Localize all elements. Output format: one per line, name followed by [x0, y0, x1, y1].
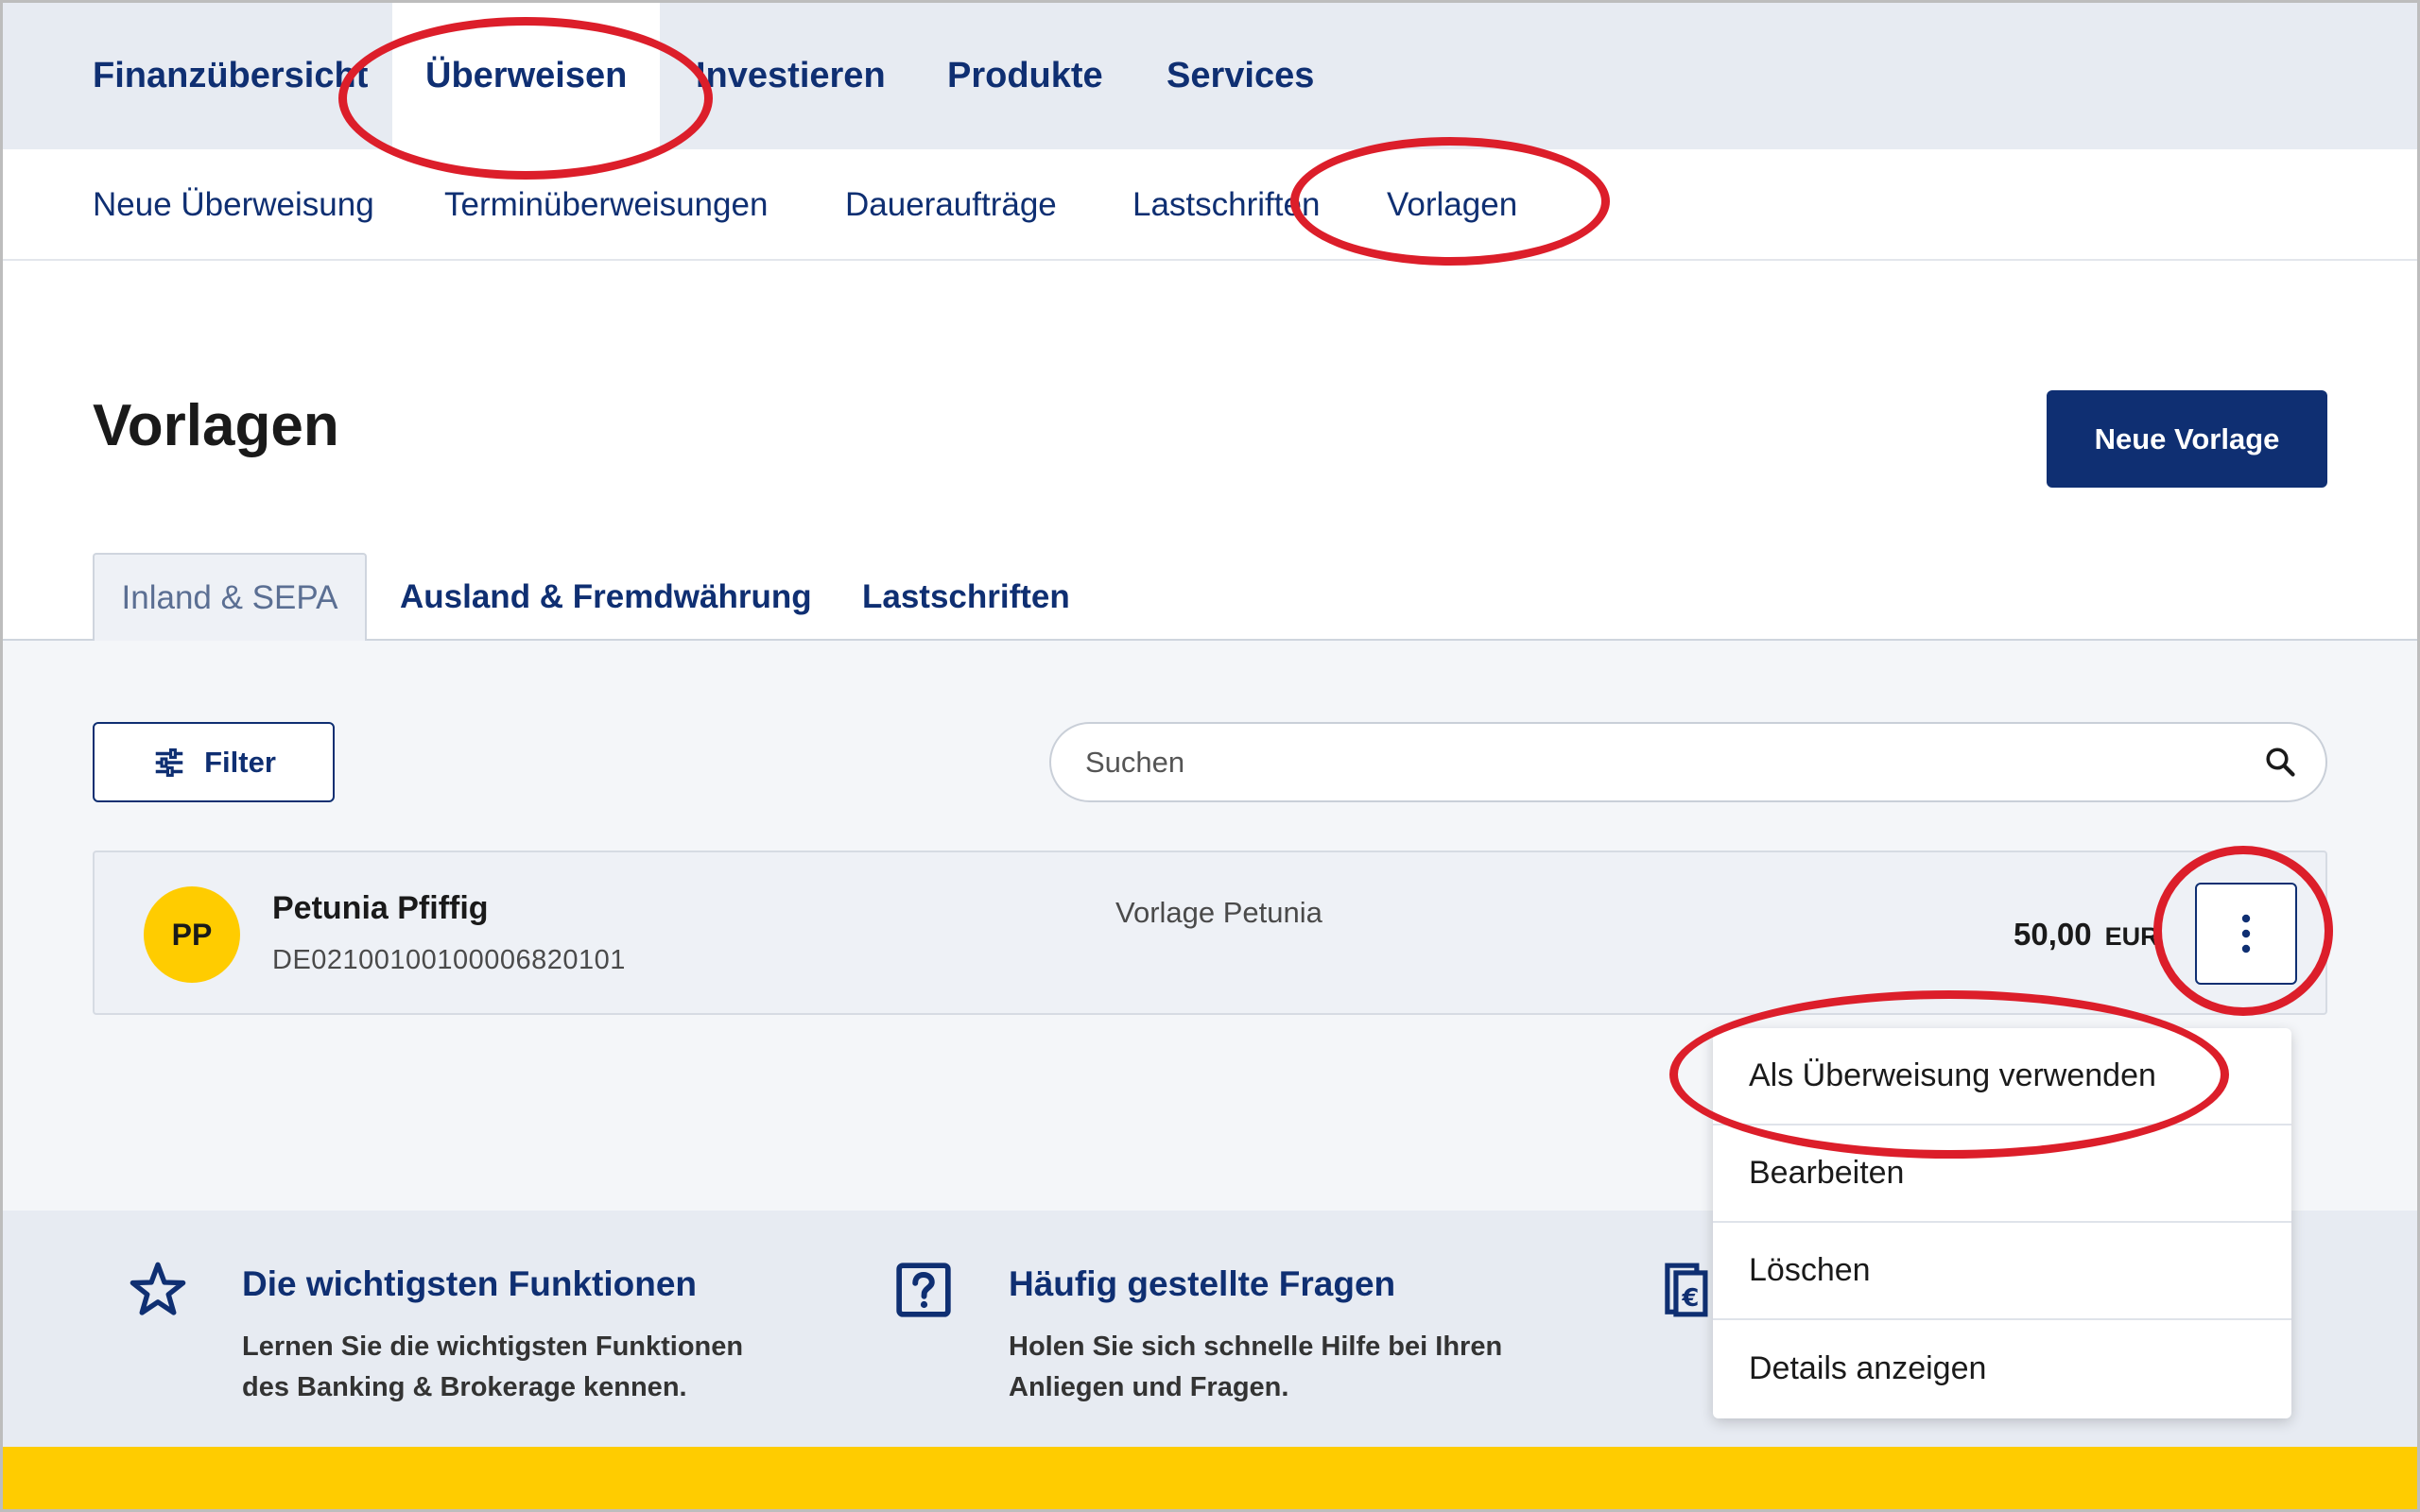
sliders-icon — [155, 747, 183, 777]
more-options-button[interactable] — [2195, 883, 2297, 985]
menu-item-details-anzeigen[interactable]: Details anzeigen — [1713, 1320, 2291, 1418]
subnav-lastschriften[interactable]: Lastschriften — [1132, 149, 1320, 261]
filter-button[interactable]: Filter — [93, 722, 335, 802]
recipient-iban: DE02100100100006820101 — [272, 945, 626, 975]
menu-item-bearbeiten[interactable]: Bearbeiten — [1713, 1125, 2291, 1223]
subnav-terminueberweisungen[interactable]: Terminüberweisungen — [444, 149, 768, 261]
faq-text-line1: Holen Sie sich schnelle Hilfe bei Ihren — [1009, 1332, 1503, 1362]
star-icon — [130, 1262, 186, 1315]
recipient-name: Petunia Pfiffig — [272, 890, 489, 926]
faq-title[interactable]: Häufig gestellte Fragen — [1009, 1264, 1395, 1304]
main-navigation: Finanzübersicht Überweisen Investieren P… — [3, 3, 2417, 149]
faq-text-line2: Anliegen und Fragen. — [1009, 1372, 1289, 1402]
tab-ausland-fremdwaehrung[interactable]: Ausland & Fremdwährung — [400, 553, 812, 641]
functions-text-line1: Lernen Sie die wichtigsten Funktionen — [242, 1332, 744, 1362]
amount-currency: EUR — [2104, 922, 2159, 951]
search-field — [1049, 722, 2327, 802]
tab-lastschriften[interactable]: Lastschriften — [862, 553, 1070, 641]
subnav-neue-ueberweisung[interactable]: Neue Überweisung — [93, 149, 374, 261]
avatar: PP — [144, 886, 240, 983]
menu-item-loeschen[interactable]: Löschen — [1713, 1223, 2291, 1320]
row-actions-menu: Als Überweisung verwenden Bearbeiten Lös… — [1713, 1028, 2291, 1418]
search-input[interactable] — [1085, 724, 2220, 800]
filter-label: Filter — [204, 745, 276, 779]
nav-investieren[interactable]: Investieren — [696, 3, 886, 149]
question-icon — [896, 1263, 951, 1317]
footer-yellow-bar — [3, 1447, 2417, 1509]
functions-title[interactable]: Die wichtigsten Funktionen — [242, 1264, 697, 1304]
subnav-vorlagen[interactable]: Vorlagen — [1387, 149, 1517, 261]
kebab-menu-icon — [2241, 914, 2251, 954]
nav-services[interactable]: Services — [1167, 3, 1314, 149]
subnav-dauerauftraege[interactable]: Daueraufträge — [845, 149, 1057, 261]
nav-produkte[interactable]: Produkte — [947, 3, 1103, 149]
template-amount: 50,00 EUR — [2014, 917, 2160, 953]
template-description: Vorlage Petunia — [1115, 896, 1322, 929]
sub-navigation: Neue Überweisung Terminüberweisungen Dau… — [3, 149, 2417, 261]
page-title: Vorlagen — [93, 393, 339, 458]
tab-inland-sepa[interactable]: Inland & SEPA — [93, 553, 367, 641]
nav-ueberweisen[interactable]: Überweisen — [392, 3, 661, 149]
search-icon[interactable] — [2263, 745, 2297, 779]
nav-finanzuebersicht[interactable]: Finanzübersicht — [93, 3, 368, 149]
functions-text-line2: des Banking & Brokerage kennen. — [242, 1372, 687, 1402]
amount-value: 50,00 — [2014, 917, 2092, 952]
template-row[interactable]: PP Petunia Pfiffig DE0210010010000682010… — [93, 850, 2327, 1015]
new-template-button[interactable]: Neue Vorlage — [2047, 390, 2327, 488]
menu-item-als-ueberweisung-verwenden[interactable]: Als Überweisung verwenden — [1713, 1028, 2291, 1125]
svg-text:€: € — [1681, 1284, 1699, 1313]
